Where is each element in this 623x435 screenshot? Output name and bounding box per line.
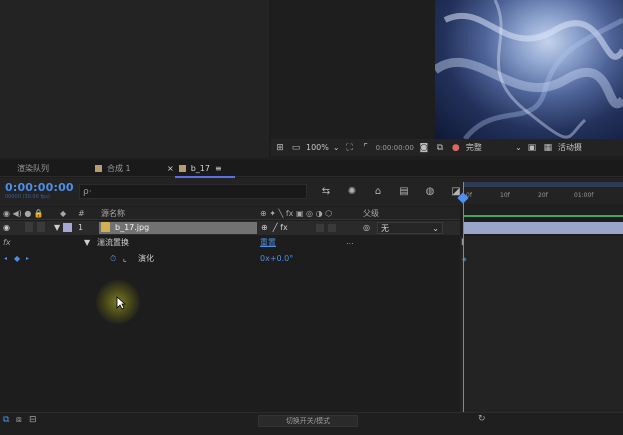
ruler-tick-label: 10f — [500, 192, 510, 199]
active-camera-label[interactable]: 活动摄 — [558, 142, 582, 153]
viewer-preview-image — [435, 0, 623, 139]
effect-fx-icon[interactable]: fx — [3, 237, 11, 249]
parent-value: 无 — [381, 223, 389, 233]
layer-name: b_17.jpg — [115, 223, 150, 232]
solo-switch[interactable] — [25, 222, 33, 232]
search-icon: ρ· — [83, 186, 92, 197]
modes-toggle-icon[interactable]: ⧈ — [16, 415, 22, 425]
monitor-icon[interactable]: ▭ — [290, 142, 302, 153]
draft-3d-icon[interactable]: ✺ — [344, 185, 360, 197]
av-switches-header-icons: ◉ ◀) ● 🔒 — [3, 209, 44, 218]
crop-icon[interactable]: ⌜ — [360, 142, 372, 153]
color-wheel-icon[interactable]: ● — [450, 142, 462, 153]
layer-column-header — [0, 207, 460, 220]
layer-switches-header-icons: ⊕ ✦ ╲ fx ▣ ◎ ◑ ⬡ — [260, 209, 333, 218]
playhead-line[interactable] — [463, 182, 464, 412]
motion-blur-icon[interactable]: ◍ — [422, 185, 438, 197]
effect-name[interactable]: 湍流置换 — [97, 237, 129, 249]
layer-label-color[interactable] — [63, 223, 72, 232]
keyframe-next-icon[interactable]: ▸ — [26, 253, 29, 265]
region-icon[interactable]: ▣ — [526, 142, 538, 153]
mouse-pointer-icon — [116, 296, 127, 312]
ruler-lower — [463, 204, 623, 214]
image-footage-icon — [101, 222, 110, 232]
source-name-header[interactable]: 源名称 — [101, 208, 125, 219]
chevron-down-icon: ⌄ — [432, 223, 439, 233]
panel-menu-icon[interactable]: ≡ — [215, 164, 222, 173]
layer-number: 1 — [78, 223, 84, 232]
twirl-down-icon[interactable]: ▼ — [54, 222, 60, 234]
zoom-out-icon[interactable]: ↻ — [478, 414, 486, 424]
twirl-down-icon[interactable]: ▼ — [84, 237, 90, 249]
frame-blending-icon[interactable]: ▤ — [396, 185, 412, 197]
channel-icon[interactable]: ⧉ — [434, 142, 446, 153]
property-value[interactable]: 0x+0.0° — [260, 253, 293, 265]
keyframe-prev-icon[interactable]: ◂ — [4, 253, 7, 265]
switch-box[interactable] — [328, 224, 336, 232]
tab-b17[interactable]: × b_17 ≡ — [167, 160, 222, 177]
panel-tab-bar: 渲染队列 合成 1 × b_17 ≡ — [0, 160, 623, 177]
keyframe-add-icon[interactable]: ◆ — [14, 253, 20, 265]
tab-render-queue[interactable]: 渲染队列 — [17, 160, 49, 177]
label-swatch — [178, 165, 186, 172]
ruler-tick-label: 01:00f — [574, 192, 594, 199]
camera-icon[interactable]: ◙ — [418, 142, 430, 153]
zoom-dropdown[interactable]: 100% ⌄ — [306, 143, 340, 152]
stretch-toggle-icon[interactable]: ⊟ — [29, 415, 37, 425]
viewer-toolbar: ⊞ ▭ 100% ⌄ ⛶ ⌜ 0:00:00:00 ◙ ⧉ ● 完整 ⌄ ▣ ▦… — [271, 139, 623, 156]
frame-rate-readout: 00000 (30.00 fps) — [5, 194, 50, 200]
work-area-bar[interactable] — [463, 182, 623, 187]
project-panel — [0, 0, 269, 158]
eye-icon[interactable]: ◉ — [3, 222, 10, 234]
chevron-down-icon: ⌄ — [332, 143, 340, 152]
lock-switch[interactable] — [37, 222, 45, 232]
tab-comp-1[interactable]: 合成 1 — [95, 160, 131, 177]
toggle-switches-modes-button[interactable]: 切换开关/模式 — [258, 415, 358, 427]
close-icon[interactable]: × — [167, 164, 174, 173]
composition-mini-flowchart-icon[interactable]: ⇆ — [318, 185, 334, 197]
timeline-track-area[interactable] — [460, 236, 623, 412]
transparency-grid-icon[interactable]: ▦ — [542, 142, 554, 153]
property-name: 演化 — [138, 254, 154, 263]
layer-duration-bar[interactable] — [464, 222, 623, 234]
cached-frames-bar — [464, 215, 623, 217]
current-time-display[interactable]: 0:00:00:00 — [5, 181, 74, 194]
timeline-switches: ⇆ ✺ ⌂ ▤ ◍ ◪ — [318, 185, 464, 197]
parent-header: 父级 — [363, 209, 379, 218]
resolution-dropdown[interactable]: 完整 ⌄ — [466, 142, 522, 153]
layer-search-input[interactable]: ρ· — [79, 184, 307, 199]
chevron-down-icon: ⌄ — [515, 143, 522, 152]
fit-icon[interactable]: ⛶ — [344, 142, 356, 153]
resolution-value: 完整 — [465, 143, 482, 152]
ruler-tick-label: 20f — [538, 192, 548, 199]
layer-switch-icons[interactable]: ⊕ ╱ fx — [261, 222, 288, 234]
grid-icon[interactable]: ⊞ — [274, 142, 286, 153]
label-swatch — [95, 165, 102, 172]
layer-number-header: # — [78, 209, 85, 218]
effect-more-link[interactable]: ... — [346, 236, 354, 248]
switch-box[interactable] — [316, 224, 324, 232]
zoom-value: 100% — [306, 143, 329, 152]
parent-dropdown[interactable]: 无 ⌄ — [377, 222, 443, 234]
viewer-timecode[interactable]: 0:00:00:00 — [376, 144, 414, 152]
stopwatch-icon[interactable]: ⏱ — [110, 253, 116, 265]
graph-icon[interactable]: ⌞ — [123, 253, 127, 265]
reset-link[interactable]: 重置 — [260, 237, 276, 249]
shy-layers-icon[interactable]: ⌂ — [370, 185, 386, 197]
layer-switches-toggle-icon[interactable]: ⧉ — [3, 415, 9, 425]
pickwhip-icon[interactable]: ◎ — [363, 222, 370, 234]
label-header-icon: ◆ — [60, 209, 67, 218]
